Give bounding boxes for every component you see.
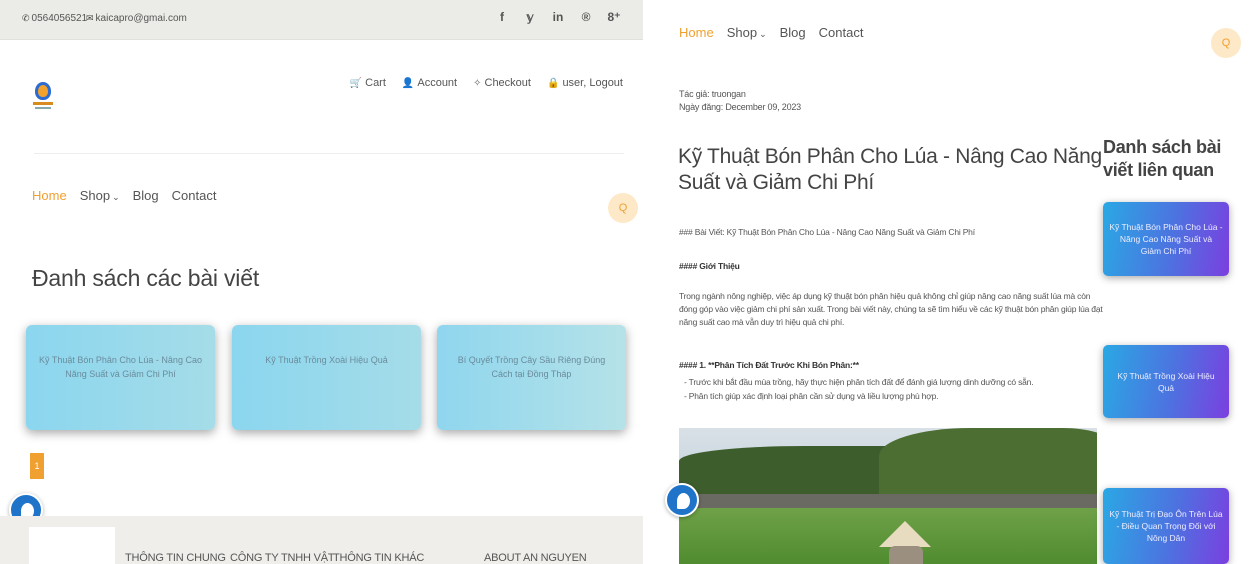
facebook-icon[interactable]: f bbox=[495, 10, 509, 24]
post-card[interactable]: Kỹ Thuật Bón Phân Cho Lúa - Nâng Cao Năn… bbox=[26, 325, 215, 430]
social-links: f 𝕪 in ® 8⁺ bbox=[495, 10, 621, 24]
footer: THÔNG TIN CHUNG CÔNG TY TNHH VẬT THÔNG T… bbox=[0, 516, 643, 564]
article-title: Kỹ Thuật Bón Phân Cho Lúa - Nâng Cao Năn… bbox=[678, 145, 1102, 194]
nav-shop[interactable]: Shop ⌄ bbox=[727, 25, 767, 40]
lock-icon: 🔒 bbox=[546, 77, 560, 89]
search-icon: Q bbox=[1221, 37, 1231, 49]
related-post-title: Kỹ Thuật Trồng Xoài Hiệu Quả bbox=[1117, 370, 1215, 393]
article-bullet: - Phân tích giúp xác định loại phân cần … bbox=[684, 391, 939, 401]
phone-contact[interactable]: ✆ 0564056521 bbox=[22, 13, 87, 24]
search-button[interactable]: Q bbox=[1211, 28, 1241, 58]
user-icon: 👤 bbox=[401, 77, 415, 89]
page-title: Đanh sách các bài viết bbox=[32, 265, 260, 291]
related-post-card[interactable]: Kỹ Thuật Trị Đạo Ôn Trên Lúa - Điều Quan… bbox=[1103, 488, 1229, 564]
nav-blog[interactable]: Blog bbox=[133, 188, 159, 203]
checkout-link[interactable]: ✧ Checkout bbox=[473, 77, 531, 89]
checkout-label: Checkout bbox=[484, 77, 531, 89]
article-intro-paragraph: Trong ngành nông nghiệp, việc áp dụng kỹ… bbox=[679, 291, 1103, 327]
google-plus-icon[interactable]: 8⁺ bbox=[607, 10, 621, 24]
main-nav: Home Shop ⌄ Blog Contact bbox=[32, 188, 216, 203]
chat-bubble-button[interactable] bbox=[665, 483, 699, 517]
cart-label: Cart bbox=[365, 77, 386, 89]
article-image bbox=[679, 428, 1097, 564]
nav-home[interactable]: Home bbox=[679, 25, 714, 40]
logo-text-bar bbox=[33, 102, 53, 105]
email-text: kaicapro@gmai.com bbox=[95, 13, 187, 24]
nav-shop-label: Shop bbox=[726, 25, 758, 40]
article-bullet: - Trước khi bắt đầu mùa trồng, hãy thực … bbox=[684, 377, 1034, 387]
mail-icon: ✉ bbox=[86, 13, 94, 23]
related-post-card[interactable]: Kỹ Thuật Trồng Xoài Hiệu Quả bbox=[1103, 345, 1229, 418]
nav-shop[interactable]: Shop ⌄ bbox=[80, 188, 120, 203]
account-label: Account bbox=[417, 77, 458, 89]
post-card[interactable]: Bí Quyết Trồng Cây Sầu Riêng Đúng Cách t… bbox=[437, 325, 626, 430]
image-conical-hat bbox=[879, 521, 931, 547]
logo-mark bbox=[35, 82, 51, 100]
logout-label: user, Logout bbox=[562, 77, 623, 89]
footer-col-other: THÔNG TIN KHÁC bbox=[333, 552, 425, 564]
pagination-page[interactable]: 1 bbox=[30, 453, 44, 479]
account-link[interactable]: 👤 Account bbox=[402, 77, 457, 89]
logo-subtext-bar bbox=[35, 107, 51, 109]
logout-link[interactable]: 🔒 user, Logout bbox=[547, 77, 623, 89]
phone-text: 0564056521 bbox=[31, 13, 88, 24]
blog-detail-page: Home Shop ⌄ Blog Contact Q Tác giả: truon… bbox=[660, 0, 1251, 564]
checkout-icon: ✧ bbox=[473, 77, 482, 89]
search-icon: Q bbox=[618, 202, 628, 214]
footer-col-general: THÔNG TIN CHUNG bbox=[125, 552, 226, 564]
nav-home[interactable]: Home bbox=[32, 188, 67, 203]
post-card-title: Kỹ Thuật Trồng Xoài Hiệu Quả bbox=[265, 355, 388, 365]
top-contact-bar: ✆ 0564056521 ✉ kaicapro@gmai.com f 𝕪 in ® … bbox=[0, 0, 643, 40]
post-date: Ngày đăng: December 09, 2023 bbox=[679, 102, 801, 112]
footer-col-company: CÔNG TY TNHH VẬT bbox=[230, 552, 335, 564]
related-post-title: Kỹ Thuật Bón Phân Cho Lúa - Năng Cao Năn… bbox=[1109, 222, 1223, 256]
post-card-title: Kỹ Thuật Bón Phân Cho Lúa - Nâng Cao Năn… bbox=[39, 355, 202, 379]
related-post-title: Kỹ Thuật Trị Đạo Ôn Trên Lúa - Điều Quan… bbox=[1109, 509, 1223, 543]
twitter-icon[interactable]: 𝕪 bbox=[523, 10, 537, 24]
footer-col-about: ABOUT AN NGUYEN bbox=[484, 552, 587, 564]
post-card[interactable]: Kỹ Thuật Trồng Xoài Hiệu Quả bbox=[232, 325, 421, 430]
user-links: 🛒 Cart 👤 Account ✧ Checkout 🔒 user, Logout bbox=[350, 77, 623, 89]
image-wall bbox=[679, 494, 1097, 508]
related-post-card[interactable]: Kỹ Thuật Bón Phân Cho Lúa - Năng Cao Năn… bbox=[1103, 202, 1229, 276]
cart-link[interactable]: 🛒 Cart bbox=[350, 77, 386, 89]
nav-contact[interactable]: Contact bbox=[819, 25, 864, 40]
article-intro-heading: #### Giới Thiệu bbox=[679, 261, 740, 271]
nav-shop-label: Shop bbox=[79, 188, 111, 203]
cart-icon: 🛒 bbox=[349, 77, 363, 89]
main-nav: Home Shop ⌄ Blog Contact bbox=[679, 25, 863, 40]
chat-icon bbox=[677, 493, 690, 509]
blog-list-page: ✆ 0564056521 ✉ kaicapro@gmai.com f 𝕪 in ® … bbox=[0, 0, 643, 564]
nav-blog[interactable]: Blog bbox=[780, 25, 806, 40]
footer-logo-box bbox=[29, 527, 115, 564]
pinterest-icon[interactable]: ® bbox=[579, 10, 593, 24]
article-heading-line: ### Bài Viết: Kỹ Thuật Bón Phân Cho Lúa … bbox=[679, 227, 975, 237]
nav-contact[interactable]: Contact bbox=[172, 188, 217, 203]
site-logo[interactable] bbox=[30, 82, 56, 116]
image-farmer bbox=[889, 546, 923, 564]
chevron-down-icon: ⌄ bbox=[759, 29, 767, 39]
header-divider bbox=[34, 153, 624, 154]
search-button[interactable]: Q bbox=[608, 193, 638, 223]
chevron-down-icon: ⌄ bbox=[112, 192, 120, 202]
article-section-heading: #### 1. **Phân Tích Đất Trước Khi Bón Ph… bbox=[679, 360, 859, 370]
post-author: Tác giả: truongan bbox=[679, 89, 746, 99]
phone-icon: ✆ bbox=[22, 13, 30, 23]
image-trees bbox=[879, 428, 1097, 498]
linkedin-icon[interactable]: in bbox=[551, 10, 565, 24]
post-card-title: Bí Quyết Trồng Cây Sầu Riêng Đúng Cách t… bbox=[457, 355, 606, 379]
related-posts-title: Danh sách bài viết liên quan bbox=[1103, 137, 1222, 180]
email-contact[interactable]: ✉ kaicapro@gmai.com bbox=[86, 13, 187, 24]
